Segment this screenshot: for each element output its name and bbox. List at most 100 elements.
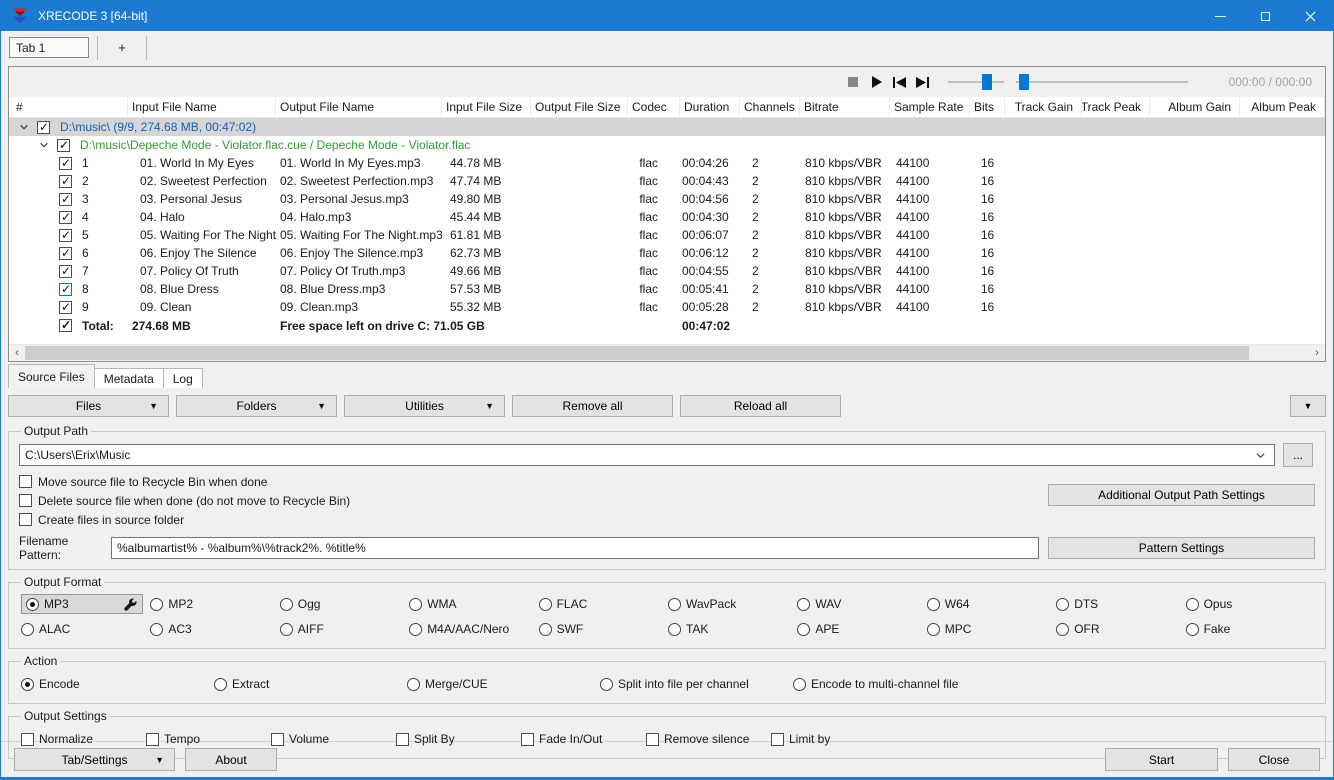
action-option-encode-to-multi-channel-file[interactable]: Encode to multi-channel file bbox=[793, 674, 958, 694]
column-header-codec[interactable]: Codec bbox=[628, 97, 680, 117]
radio-fake[interactable] bbox=[1185, 622, 1199, 636]
action-option-split-into-file-per-channel[interactable]: Split into file per channel bbox=[600, 674, 793, 694]
previous-track-button[interactable] bbox=[888, 71, 910, 93]
radio-ofr[interactable] bbox=[1056, 622, 1070, 636]
horizontal-scrollbar[interactable]: ‹ › bbox=[9, 344, 1325, 361]
radio-opus[interactable] bbox=[1185, 597, 1199, 611]
radio-w64[interactable] bbox=[926, 597, 940, 611]
column-header-sample-rate[interactable]: Sample Rate bbox=[890, 97, 970, 117]
chevron-down-icon[interactable] bbox=[1255, 450, 1266, 464]
checkbox-normalize[interactable] bbox=[21, 732, 34, 746]
files-button[interactable]: Files ▼ bbox=[8, 395, 169, 417]
tab-metadata[interactable]: Metadata bbox=[93, 368, 164, 388]
checkbox-split-by[interactable] bbox=[396, 732, 409, 746]
format-option-aiff[interactable]: AIFF bbox=[279, 619, 409, 639]
play-button[interactable] bbox=[865, 71, 887, 93]
format-option-ape[interactable]: APE bbox=[797, 619, 926, 639]
column-header-bits[interactable]: Bits bbox=[970, 97, 1005, 117]
format-option-swf[interactable]: SWF bbox=[538, 619, 668, 639]
total-checkbox[interactable] bbox=[59, 318, 72, 332]
radio-ac3[interactable] bbox=[150, 622, 164, 636]
radio-split-into-file-per-channel[interactable] bbox=[600, 677, 613, 691]
radio-swf[interactable] bbox=[538, 622, 552, 636]
checkbox-create-files-in-source-folder[interactable] bbox=[19, 513, 32, 526]
column-header-album-gain[interactable]: Album Gain bbox=[1150, 97, 1240, 117]
tab-source-files[interactable]: Source Files bbox=[8, 364, 95, 388]
column-header-channels[interactable]: Channels bbox=[740, 97, 800, 117]
checkbox-delete-source-file-when-done-do-not-move-to-recycle-bin[interactable] bbox=[19, 494, 32, 507]
radio-ogg[interactable] bbox=[279, 597, 293, 611]
tab-settings-button[interactable]: Tab/Settings ▼ bbox=[14, 748, 175, 771]
setting-option-fade-in-out[interactable]: Fade In/Out bbox=[521, 729, 646, 749]
radio-wma[interactable] bbox=[409, 597, 423, 611]
track-checkbox[interactable] bbox=[59, 156, 72, 170]
scroll-left-arrow-icon[interactable]: ‹ bbox=[9, 345, 25, 361]
tab-log[interactable]: Log bbox=[162, 368, 203, 388]
track-row[interactable]: 8 08. Blue Dress 08. Blue Dress.mp3 57.53 M… bbox=[9, 280, 1325, 298]
minimize-button[interactable] bbox=[1198, 1, 1243, 31]
selected-format-box[interactable]: MP3 bbox=[21, 594, 143, 614]
column-header-track-gain[interactable]: Track Gain bbox=[1005, 97, 1082, 117]
format-option-mpc[interactable]: MPC bbox=[926, 619, 1056, 639]
collapse-chevron-icon[interactable] bbox=[19, 122, 29, 132]
setting-option-limit-by[interactable]: Limit by bbox=[771, 729, 896, 749]
radio-aiff[interactable] bbox=[279, 622, 293, 636]
radio-alac[interactable] bbox=[21, 622, 34, 636]
format-option-fake[interactable]: Fake bbox=[1185, 619, 1315, 639]
checkbox-limit-by[interactable] bbox=[771, 732, 784, 746]
add-tab-button[interactable]: + bbox=[98, 37, 146, 58]
setting-option-split-by[interactable]: Split By bbox=[396, 729, 521, 749]
album-group-row[interactable]: D:\music\Depeche Mode - Violator.flac.cu… bbox=[9, 136, 1325, 154]
folder-group-row[interactable]: D:\music\ (9/9, 274.68 MB, 00:47:02) bbox=[9, 118, 1325, 136]
radio-dts[interactable] bbox=[1056, 597, 1070, 611]
radio-merge-cue[interactable] bbox=[407, 677, 420, 691]
track-checkbox[interactable] bbox=[59, 210, 72, 224]
radio-flac[interactable] bbox=[538, 597, 552, 611]
radio-encode-to-multi-channel-file[interactable] bbox=[793, 677, 806, 691]
option-create-files-in-source-folder[interactable]: Create files in source folder bbox=[19, 510, 1315, 529]
radio-wavpack[interactable] bbox=[667, 597, 681, 611]
browse-button[interactable]: ... bbox=[1283, 443, 1313, 467]
format-option-alac[interactable]: ALAC bbox=[21, 619, 150, 639]
format-option-dts[interactable]: DTS bbox=[1056, 594, 1185, 614]
action-option-extract[interactable]: Extract bbox=[214, 674, 407, 694]
column-header-output-file-size[interactable]: Output File Size bbox=[531, 97, 628, 117]
format-option-wavpack[interactable]: WavPack bbox=[667, 594, 797, 614]
radio-mpc[interactable] bbox=[926, 622, 940, 636]
track-checkbox[interactable] bbox=[59, 228, 72, 242]
additional-output-path-settings-button[interactable]: Additional Output Path Settings bbox=[1048, 484, 1315, 506]
position-slider[interactable] bbox=[1016, 73, 1188, 91]
collapse-chevron-icon[interactable] bbox=[39, 140, 49, 150]
folders-button[interactable]: Folders ▼ bbox=[176, 395, 337, 417]
column-header-album-peak[interactable]: Album Peak bbox=[1240, 97, 1325, 117]
radio-mp3[interactable] bbox=[26, 597, 39, 611]
setting-option-volume[interactable]: Volume bbox=[271, 729, 396, 749]
track-row[interactable]: 6 06. Enjoy The Silence 06. Enjoy The Sile… bbox=[9, 244, 1325, 262]
radio-mp2[interactable] bbox=[150, 597, 164, 611]
track-checkbox[interactable] bbox=[59, 282, 72, 296]
format-option-ac3[interactable]: AC3 bbox=[150, 619, 279, 639]
format-option-mp2[interactable]: MP2 bbox=[150, 594, 279, 614]
setting-option-normalize[interactable]: Normalize bbox=[21, 729, 146, 749]
column-header-bitrate[interactable]: Bitrate bbox=[800, 97, 890, 117]
setting-option-remove-silence[interactable]: Remove silence bbox=[646, 729, 771, 749]
radio-wav[interactable] bbox=[797, 597, 811, 611]
album-group-checkbox[interactable] bbox=[57, 138, 70, 152]
checkbox-volume[interactable] bbox=[271, 732, 284, 746]
column-header-duration[interactable]: Duration bbox=[680, 97, 740, 117]
position-slider-thumb[interactable] bbox=[1019, 74, 1030, 90]
about-button[interactable]: About bbox=[185, 748, 277, 771]
more-actions-dropdown-button[interactable]: ▼ bbox=[1290, 395, 1326, 417]
output-path-combobox[interactable]: C:\Users\Erix\Music bbox=[19, 444, 1275, 466]
close-button[interactable] bbox=[1288, 1, 1333, 31]
radio-m4a-aac-nero[interactable] bbox=[409, 622, 423, 636]
track-row[interactable]: 4 04. Halo 04. Halo.mp3 45.44 MB flac 00:04:3… bbox=[9, 208, 1325, 226]
track-checkbox[interactable] bbox=[59, 192, 72, 206]
radio-tak[interactable] bbox=[667, 622, 681, 636]
remove-all-button[interactable]: Remove all bbox=[512, 395, 673, 417]
track-row[interactable]: 3 03. Personal Jesus 03. Personal Jesus.mp… bbox=[9, 190, 1325, 208]
column-header-input-file-size[interactable]: Input File Size bbox=[442, 97, 531, 117]
track-row[interactable]: 2 02. Sweetest Perfection 02. Sweetest Per… bbox=[9, 172, 1325, 190]
track-checkbox[interactable] bbox=[59, 174, 72, 188]
format-option-ofr[interactable]: OFR bbox=[1056, 619, 1185, 639]
